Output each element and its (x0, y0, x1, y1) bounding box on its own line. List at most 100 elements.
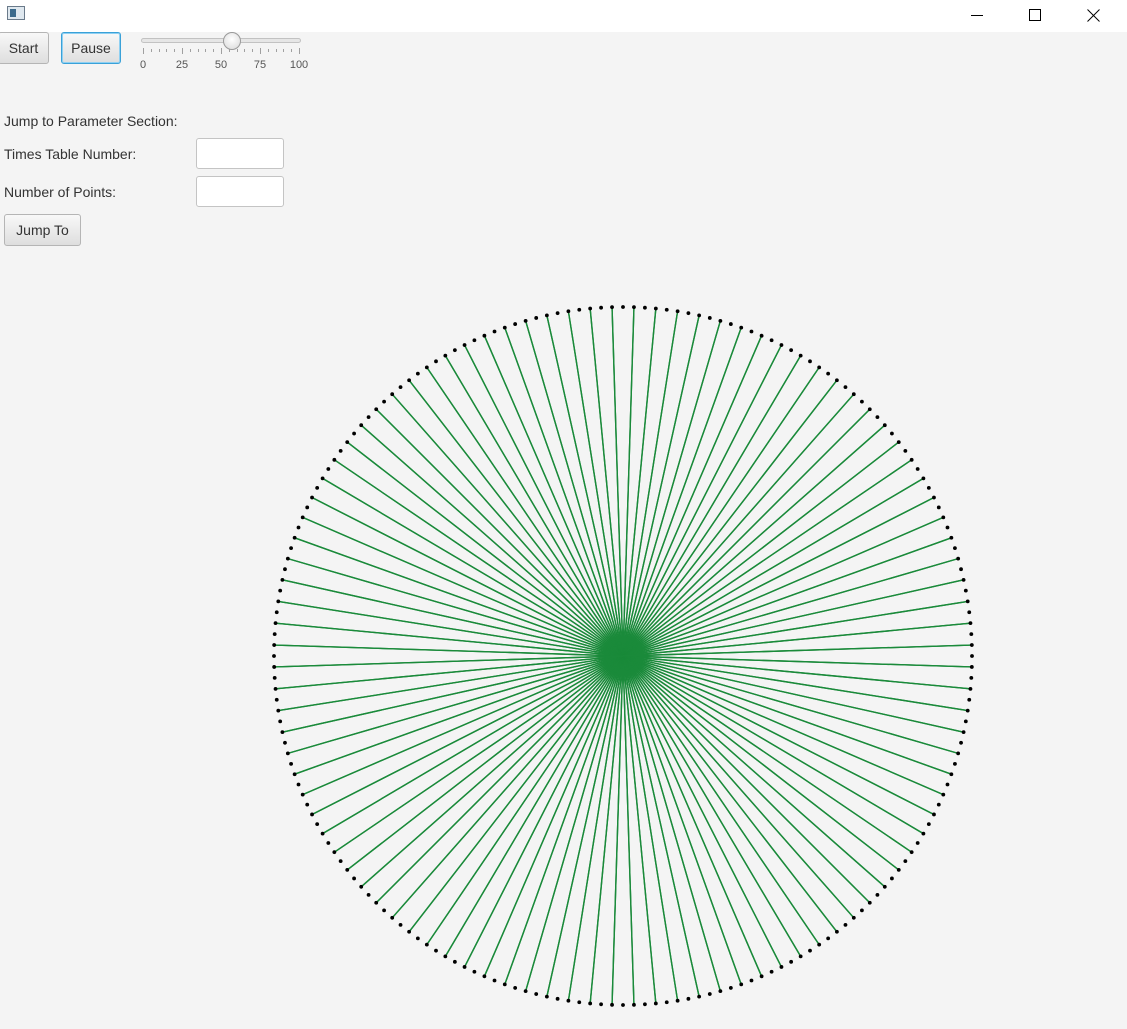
circle-point (283, 567, 287, 572)
circle-point (769, 969, 774, 974)
circle-point (921, 476, 926, 481)
circle-point (305, 505, 310, 510)
circle-point (961, 577, 966, 582)
circle-point (390, 392, 395, 397)
circle-point (903, 448, 908, 453)
circle-point (759, 333, 764, 338)
circle-point (851, 392, 856, 397)
maximize-button[interactable] (1012, 0, 1058, 30)
slider-tick (150, 49, 152, 52)
circle-point (315, 485, 320, 490)
circle-point (961, 730, 966, 735)
circle-point (953, 761, 957, 766)
circle-point (675, 309, 680, 314)
times-table-input[interactable] (196, 138, 284, 169)
circle-point (728, 986, 733, 990)
circle-point (808, 359, 812, 364)
circle-point (826, 371, 831, 376)
circle-point (424, 365, 429, 370)
circle-point (949, 535, 954, 540)
slider-tick (158, 49, 160, 52)
circle-point (969, 632, 974, 636)
circle-point (610, 1002, 614, 1007)
slider-tick-label: 0 (139, 59, 147, 71)
slider-thumb[interactable] (222, 32, 241, 50)
circle-point (310, 812, 314, 817)
circle-point (577, 307, 582, 312)
circle-point (338, 859, 343, 864)
circle-point (434, 359, 438, 364)
circle-point (452, 959, 457, 964)
circle-point (588, 1001, 593, 1006)
circle-point (326, 467, 331, 471)
circle-point (890, 431, 894, 436)
slider-tick (236, 49, 238, 52)
slider-tick (197, 49, 199, 52)
circle-point (664, 307, 669, 312)
jump-to-button[interactable]: Jump To (4, 214, 81, 246)
circle-point (415, 936, 420, 941)
circle-point (352, 431, 356, 436)
circle-point (305, 802, 310, 807)
circle-point (599, 305, 603, 310)
circle-point (632, 1002, 636, 1007)
circle-point (345, 868, 350, 872)
slider-tick (174, 49, 176, 52)
circle-point (921, 831, 926, 836)
slider-tick (283, 49, 285, 52)
minimize-button[interactable] (954, 0, 1000, 30)
circle-point (366, 893, 371, 897)
circle-point (817, 942, 822, 947)
circle-point (359, 884, 364, 889)
circle-point (896, 868, 901, 872)
circle-point (492, 978, 497, 983)
circle-point (860, 908, 864, 913)
slider-tick (182, 48, 183, 54)
circle-point (462, 343, 467, 347)
circle-point (653, 1001, 658, 1006)
circle-point (272, 643, 277, 647)
pause-button[interactable]: Pause (61, 32, 121, 64)
circle-point (382, 399, 386, 404)
circle-point (544, 313, 549, 318)
circle-point (959, 567, 963, 572)
circle-point (808, 948, 812, 953)
circle-point (338, 448, 343, 453)
circle-point (296, 525, 301, 530)
circle-point (739, 982, 744, 987)
circle-point (272, 654, 276, 658)
circle-point (936, 802, 941, 807)
circle-point (315, 822, 320, 827)
circle-point (513, 322, 518, 326)
circle-point (932, 495, 936, 500)
circle-point (956, 751, 961, 756)
circle-point (909, 850, 914, 855)
circle-point (817, 365, 822, 370)
circle-point (860, 399, 864, 404)
circle-point (300, 792, 305, 797)
start-button[interactable]: Start (0, 32, 49, 64)
circle-point (434, 948, 438, 953)
circle-point (472, 338, 477, 343)
close-button[interactable] (1070, 0, 1116, 30)
slider-tick (275, 49, 277, 52)
circle-point (697, 994, 702, 999)
circle-point (555, 996, 560, 1001)
circle-point (926, 485, 931, 490)
circle-point (320, 476, 325, 481)
circle-point (779, 965, 784, 969)
slider-tick-label: 100 (289, 59, 309, 71)
points-input[interactable] (196, 176, 284, 207)
circle-point (278, 588, 283, 593)
slider-tick (143, 48, 144, 54)
circle-point (697, 313, 702, 318)
speed-slider[interactable]: 0 25 50 75 100 (139, 30, 311, 76)
circle-point (374, 407, 379, 412)
circle-point (300, 515, 305, 520)
circle-point (382, 908, 386, 913)
slider-track[interactable] (141, 38, 301, 43)
circle-point (523, 318, 528, 323)
circle-point (903, 859, 908, 864)
circle-point (443, 954, 448, 959)
circle-point (969, 643, 974, 647)
